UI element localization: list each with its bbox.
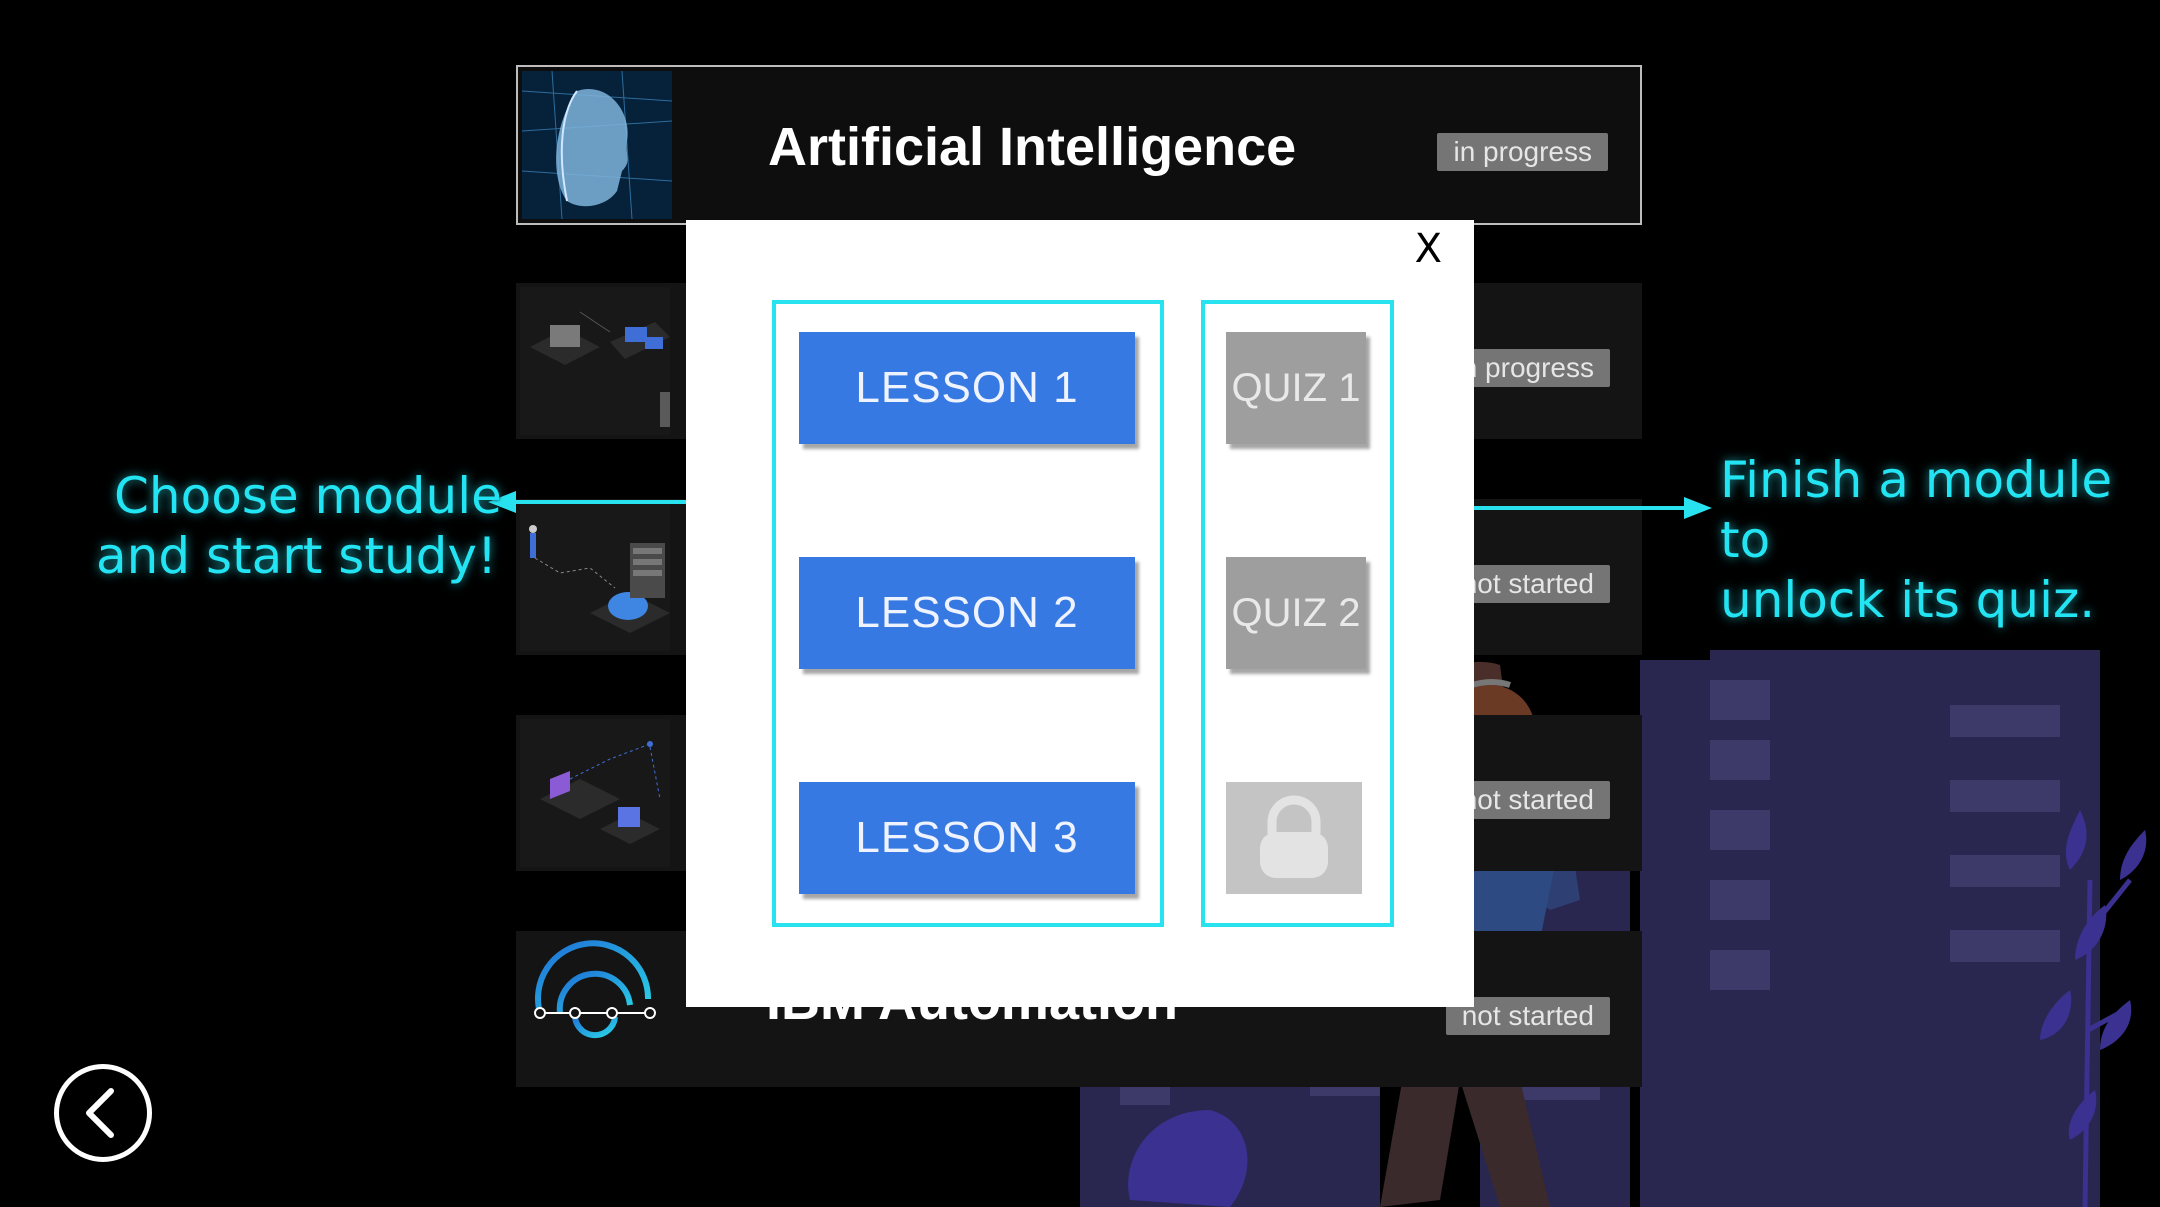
lesson-modal: X LESSON 1 LESSON 2 LESSON 3 QUIZ 1 QUIZ… bbox=[686, 220, 1474, 1007]
quiz-3-locked bbox=[1226, 782, 1362, 894]
right-callout-line2: unlock its quiz. bbox=[1720, 571, 2096, 629]
ai-face-icon bbox=[522, 71, 672, 219]
left-callout-line1: Choose module bbox=[114, 467, 502, 525]
module-title: Artificial Intelligence bbox=[768, 117, 1297, 177]
module-thumbnail bbox=[520, 503, 670, 651]
module-thumbnail bbox=[522, 71, 672, 219]
cloud-servers-icon bbox=[520, 503, 670, 651]
left-callout-line2: and start study! bbox=[96, 527, 498, 585]
close-button[interactable]: X bbox=[1415, 226, 1442, 272]
module-thumbnail bbox=[520, 287, 670, 435]
lock-icon bbox=[1260, 795, 1328, 878]
module-thumbnail bbox=[520, 719, 670, 867]
right-callout: Finish a module to unlock its quiz. bbox=[1720, 450, 2160, 630]
back-button[interactable] bbox=[54, 1064, 152, 1162]
module-thumbnail bbox=[520, 935, 670, 1083]
lesson-1-button[interactable]: LESSON 1 bbox=[799, 332, 1135, 444]
automation-swirl-icon bbox=[534, 940, 656, 1039]
right-callout-line1: Finish a module to bbox=[1720, 451, 2113, 569]
quiz-1-button[interactable]: QUIZ 1 bbox=[1226, 332, 1366, 444]
lesson-2-button[interactable]: LESSON 2 bbox=[799, 557, 1135, 669]
lesson-3-button[interactable]: LESSON 3 bbox=[799, 782, 1135, 894]
quiz-2-button[interactable]: QUIZ 2 bbox=[1226, 557, 1366, 669]
status-badge: in progress bbox=[1437, 133, 1608, 171]
chevron-left-icon bbox=[86, 1088, 114, 1138]
data-servers-icon bbox=[520, 287, 670, 435]
module-card-artificial-intelligence[interactable]: Artificial Intelligence in progress bbox=[516, 65, 1642, 225]
network-devices-icon bbox=[520, 719, 670, 867]
left-callout: Choose module and start study! bbox=[96, 466, 502, 586]
screen: Artificial Intelligence in progress in p… bbox=[0, 0, 2160, 1207]
